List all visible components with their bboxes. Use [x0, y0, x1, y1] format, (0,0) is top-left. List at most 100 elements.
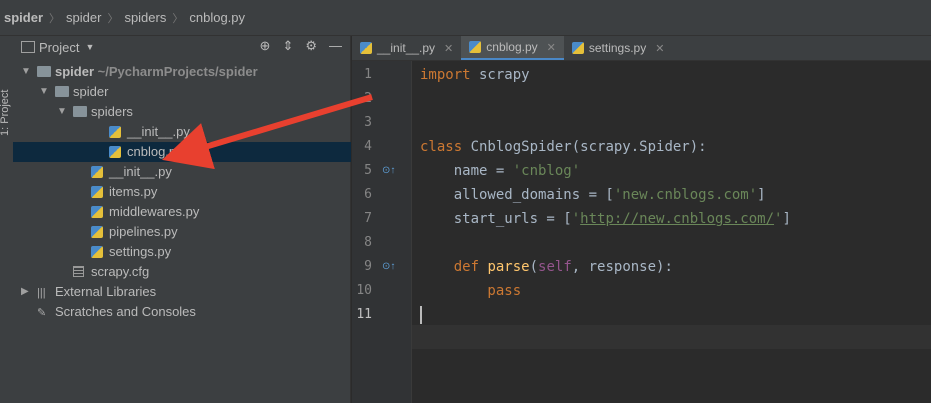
line-number: 9 [364, 259, 372, 274]
breadcrumb-separator: 〉 [107, 12, 119, 25]
python-file-icon [109, 146, 121, 158]
line-number: 7 [364, 211, 372, 226]
locate-icon[interactable]: ⊕ [260, 38, 271, 54]
python-file-icon [109, 126, 121, 138]
text-caret [420, 306, 422, 324]
breadcrumb: spider 〉 spider 〉 spiders 〉 cnblog.py [0, 0, 931, 36]
close-icon[interactable]: ✕ [655, 42, 664, 55]
scratches-icon: ✎ [37, 307, 47, 319]
tree-item-label: __init__.py [127, 124, 190, 139]
tree-item-label: pipelines.py [109, 224, 178, 239]
override-marker-icon[interactable]: ⊙↑ [382, 261, 395, 272]
folder-icon [37, 66, 51, 77]
tree-item-label: spider [73, 84, 109, 99]
code-line: allowed_domains = ['new.cnblogs.com'] [420, 187, 766, 203]
chevron-down-icon[interactable]: ▼ [39, 82, 49, 102]
breadcrumb-item[interactable]: cnblog.py [189, 10, 245, 25]
python-file-icon [91, 166, 103, 178]
tree-item-label: scrapy.cfg [91, 264, 150, 279]
tree-item-label: __init__.py [109, 164, 172, 179]
editor-tabs: __init__.py ✕ cnblog.py ✕ settings.py ✕ [352, 36, 931, 61]
code-line: start_urls = ['http://new.cnblogs.com/'] [420, 211, 791, 227]
line-number: 3 [364, 115, 372, 130]
tree-item[interactable]: __init__.py [13, 162, 351, 182]
python-file-icon [91, 226, 103, 238]
python-file-icon [571, 42, 584, 54]
python-file-icon [469, 41, 482, 53]
tree-item[interactable]: items.py [13, 182, 351, 202]
breadcrumb-item[interactable]: spider [4, 10, 43, 25]
tree-item[interactable]: ✎ Scratches and Consoles [13, 302, 351, 322]
breadcrumb-item[interactable]: spider [66, 10, 101, 25]
tool-window-strip: 1: Project [0, 36, 14, 403]
tab-label: __init__.py [377, 41, 436, 55]
tree-item-label: External Libraries [55, 284, 157, 299]
close-icon[interactable]: ✕ [444, 42, 453, 55]
override-marker-icon[interactable]: ⊙↑ [382, 165, 395, 176]
tree-item[interactable]: middlewares.py [13, 202, 351, 222]
python-file-icon [91, 186, 103, 198]
tree-item-label: spider ~/PycharmProjects/spider [55, 64, 258, 79]
folder-icon [73, 106, 87, 117]
breadcrumb-separator: 〉 [49, 12, 61, 25]
project-panel-header: Project ▼ ⊕ ⇕ ⚙ — [13, 36, 350, 58]
tree-item[interactable]: settings.py [13, 242, 351, 262]
python-file-icon [91, 246, 103, 258]
tab-label: settings.py [588, 41, 647, 55]
python-file-icon [91, 206, 103, 218]
code-line: name = 'cnblog' [420, 163, 581, 179]
panel-icon [21, 41, 35, 53]
tree-item[interactable]: __init__.py [13, 122, 351, 142]
code-line: pass [420, 283, 522, 299]
code-area[interactable]: import scrapy class CnblogSpider(scrapy.S… [412, 61, 931, 403]
folder-icon [55, 86, 69, 97]
tree-item[interactable]: scrapy.cfg [13, 262, 351, 282]
collapse-icon[interactable]: ⇕ [282, 38, 293, 54]
project-tool-button[interactable]: 1: Project [0, 76, 11, 136]
line-number: 1 [364, 67, 372, 82]
line-number: 4 [364, 139, 372, 154]
tree-item[interactable]: ▼ spiders [13, 102, 351, 122]
python-file-icon [360, 42, 372, 54]
code-line: class CnblogSpider(scrapy.Spider): [420, 139, 707, 155]
line-gutter: 1 2 3 4 5 6 7 8 9 10 11 ⊙↑ ⊙↑ [352, 61, 412, 403]
panel-title[interactable]: Project [39, 40, 79, 55]
breadcrumb-item[interactable]: spiders [124, 10, 166, 25]
tree-item[interactable]: pipelines.py [13, 222, 351, 242]
config-file-icon [73, 266, 84, 277]
tree-item[interactable]: ▼ spider [13, 82, 351, 102]
chevron-down-icon[interactable]: ▼ [85, 42, 94, 52]
line-number: 8 [364, 235, 372, 250]
chevron-down-icon[interactable]: ▼ [21, 62, 31, 82]
editor-tab[interactable]: settings.py ✕ [564, 36, 673, 60]
code-line: import scrapy [420, 67, 530, 83]
chevron-right-icon[interactable]: ▶ [21, 282, 29, 302]
code-line: def parse(self, response): [420, 259, 673, 275]
line-number: 6 [364, 187, 372, 202]
code-line [420, 303, 422, 327]
hide-icon[interactable]: — [329, 38, 342, 54]
gear-icon[interactable]: ⚙ [305, 38, 317, 54]
editor-tab[interactable]: __init__.py ✕ [352, 36, 461, 60]
tree-item[interactable]: ▼ spider ~/PycharmProjects/spider [13, 62, 351, 82]
current-line-highlight [412, 325, 931, 349]
line-number: 10 [356, 283, 372, 298]
tree-item-label: Scratches and Consoles [55, 304, 196, 319]
breadcrumb-separator: 〉 [172, 12, 184, 25]
project-tree: ▼ spider ~/PycharmProjects/spider ▼ spider ▼… [13, 62, 351, 322]
tree-item-label: spiders [91, 104, 133, 119]
tree-item-label: items.py [109, 184, 158, 199]
project-panel: Project ▼ ⊕ ⇕ ⚙ — ▼ spider ~/PycharmProje… [13, 36, 351, 403]
line-number: 11 [356, 307, 372, 322]
editor-tab[interactable]: cnblog.py ✕ [461, 36, 564, 60]
chevron-down-icon[interactable]: ▼ [57, 102, 67, 122]
tree-item-path: ~/PycharmProjects/spider [94, 64, 258, 79]
line-number: 2 [364, 91, 372, 106]
tree-item-label: middlewares.py [109, 204, 200, 219]
tree-item-label: settings.py [109, 244, 172, 259]
tree-item-label: cnblog.py [127, 144, 183, 159]
close-icon[interactable]: ✕ [547, 41, 556, 54]
tree-item[interactable]: cnblog.py [13, 142, 351, 162]
tree-item[interactable]: ▶ ||| External Libraries [13, 282, 351, 302]
line-number: 5 [364, 163, 372, 178]
